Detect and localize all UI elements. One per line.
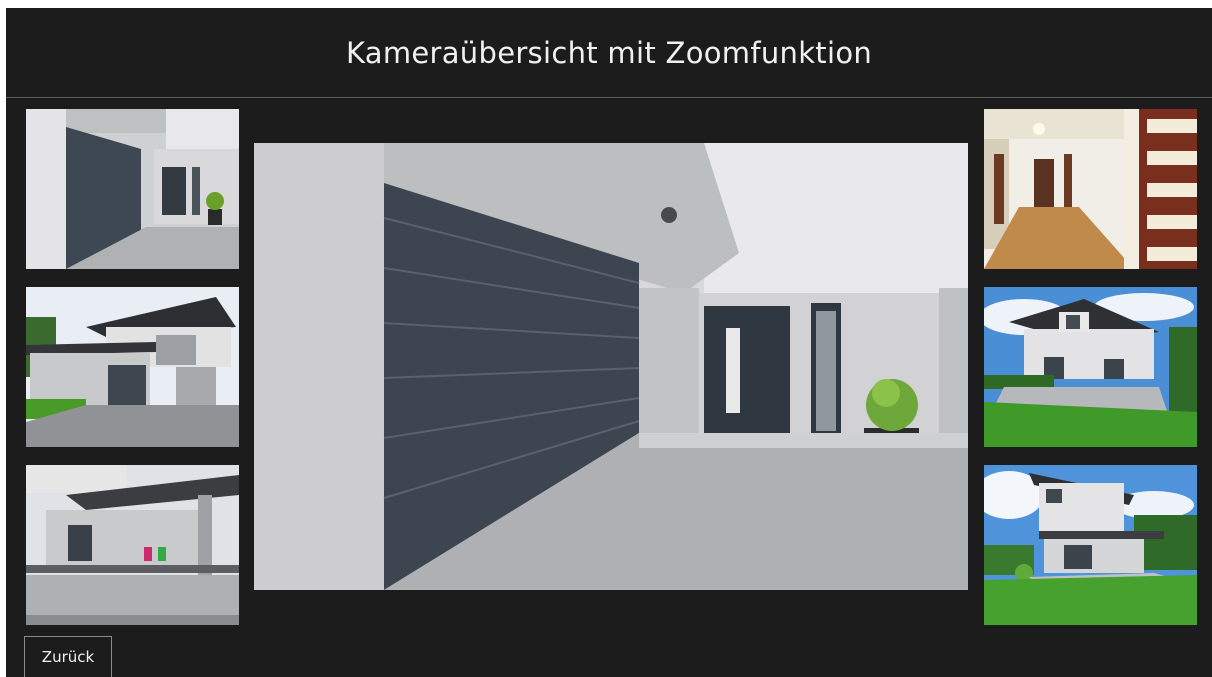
house-garden-rear-image [984, 465, 1197, 625]
page-header: Kameraübersicht mit Zoomfunktion [6, 8, 1212, 98]
camera-thumbnail-left-3[interactable] [26, 465, 239, 625]
house-with-garage-image [26, 287, 239, 447]
camera-overview-screen: Kameraübersicht mit Zoomfunktion Zurück [6, 8, 1212, 677]
garage-entrance-image [26, 109, 239, 269]
camera-thumbnail-right-3[interactable] [984, 465, 1197, 625]
camera-thumbnail-right-1[interactable] [984, 109, 1197, 269]
house-terrace-image [26, 465, 239, 625]
hallway-interior-image [984, 109, 1197, 269]
camera-thumbnail-left-2[interactable] [26, 287, 239, 447]
garage-door-closeup-image [254, 143, 968, 590]
camera-thumbnail-left-1[interactable] [26, 109, 239, 269]
camera-thumbnail-right-2[interactable] [984, 287, 1197, 447]
page-frame: Kameraübersicht mit Zoomfunktion Zurück [0, 0, 1212, 677]
page-title: Kameraübersicht mit Zoomfunktion [345, 35, 873, 70]
back-button[interactable]: Zurück [24, 636, 112, 677]
camera-main-view[interactable] [254, 143, 968, 590]
house-garden-side-image [984, 287, 1197, 447]
